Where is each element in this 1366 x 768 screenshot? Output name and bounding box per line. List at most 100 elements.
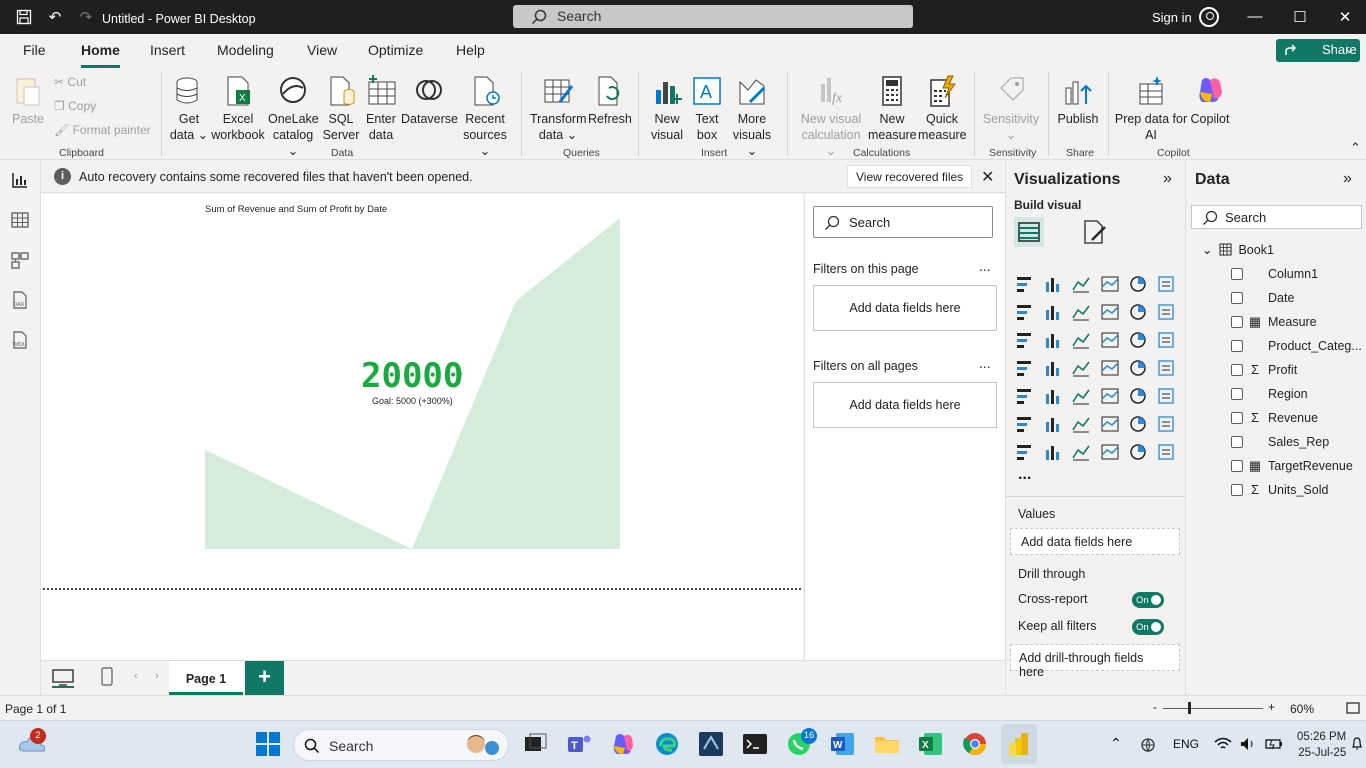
save-icon[interactable] (15, 8, 33, 26)
keep-all-filters-toggle[interactable]: On (1132, 619, 1164, 635)
view-recovered-files-button[interactable]: View recovered files (847, 165, 973, 188)
close-icon[interactable]: ✕ (981, 167, 994, 187)
tab-help[interactable]: Help (456, 42, 485, 58)
map-icon[interactable] (1043, 358, 1063, 378)
mobile-layout-icon[interactable] (101, 667, 113, 687)
excel-app-icon[interactable]: X (918, 731, 944, 757)
vs-code-icon[interactable] (698, 731, 724, 757)
field-item[interactable]: Region (1231, 386, 1361, 406)
power-automate-icon[interactable] (1128, 442, 1148, 462)
tab-optimize[interactable]: Optimize (368, 42, 423, 58)
stacked-bar-chart-icon[interactable] (1015, 274, 1035, 294)
field-item[interactable]: Date (1231, 290, 1361, 310)
field-checkbox[interactable] (1231, 364, 1243, 376)
taskbar-search[interactable]: Search (293, 729, 509, 761)
table-visual-icon[interactable] (1100, 386, 1120, 406)
tab-modeling[interactable]: Modeling (217, 42, 274, 58)
slicer-icon[interactable] (1071, 386, 1091, 406)
card-icon[interactable] (1156, 358, 1176, 378)
donut-chart-icon[interactable] (1156, 330, 1176, 350)
tab-home[interactable]: Home (81, 42, 120, 68)
excel-workbook-button[interactable]: X Excel workbook (210, 74, 266, 143)
more-visuals-icon[interactable]: ... (1018, 466, 1031, 484)
sql-server-button[interactable]: SQL Server (321, 74, 361, 143)
terminal-icon[interactable] (742, 731, 768, 757)
field-checkbox[interactable] (1231, 460, 1243, 472)
enter-data-button[interactable]: Enter data (362, 74, 400, 143)
onelake-catalog-button[interactable]: OneLake catalog ⌄ (268, 74, 319, 159)
smart-narrative-icon[interactable] (1128, 414, 1148, 434)
paginated-report-icon[interactable] (1015, 442, 1035, 462)
more-visuals-button[interactable]: More visuals ⌄ (728, 74, 776, 159)
new-measure-button[interactable]: New measure (868, 74, 917, 143)
word-icon[interactable]: W (830, 731, 856, 757)
notification-bell-icon[interactable] (1351, 737, 1363, 751)
100-percent-column-chart-icon[interactable] (1156, 274, 1176, 294)
copilot-button[interactable]: Copilot (1188, 74, 1232, 127)
kpi-icon[interactable] (1043, 386, 1063, 406)
field-checkbox[interactable] (1231, 316, 1243, 328)
metrics-icon[interactable] (1156, 414, 1176, 434)
chrome-icon[interactable] (962, 731, 988, 757)
qa-icon[interactable] (1100, 414, 1120, 434)
account-icon[interactable] (1199, 7, 1219, 27)
line-chart-icon[interactable] (1015, 302, 1035, 322)
area-chart-icon[interactable] (1043, 302, 1063, 322)
table-view-icon[interactable] (10, 210, 30, 230)
report-canvas[interactable]: Sum of Revenue and Sum of Profit by Date… (41, 194, 803, 660)
refresh-button[interactable]: Refresh (588, 74, 632, 127)
ribbon-chart-icon[interactable] (1015, 330, 1035, 350)
funnel-chart-icon[interactable] (1071, 330, 1091, 350)
field-checkbox[interactable] (1231, 484, 1243, 496)
gauge-icon[interactable] (1128, 358, 1148, 378)
drill-through-drop-zone[interactable]: Add drill-through fields here (1010, 644, 1180, 679)
field-checkbox[interactable] (1231, 268, 1243, 280)
card-new-icon[interactable] (1043, 442, 1063, 462)
filled-map-icon[interactable] (1071, 358, 1091, 378)
filters-search-input[interactable]: Search (813, 206, 993, 238)
power-bi-icon[interactable] (1006, 731, 1032, 757)
tab-insert[interactable]: Insert (150, 42, 185, 58)
undo-icon[interactable]: ↶ (46, 8, 64, 26)
desktop-layout-icon[interactable] (52, 668, 74, 688)
field-item[interactable]: Column1 (1231, 266, 1361, 286)
share-button[interactable]: Share ⌄ (1276, 39, 1360, 62)
stacked-area-chart-icon[interactable] (1071, 302, 1091, 322)
r-visual-icon[interactable] (1156, 386, 1176, 406)
language-indicator[interactable]: ENG (1173, 737, 1199, 751)
build-visual-tab[interactable] (1014, 217, 1044, 247)
collapse-data-icon[interactable]: » (1343, 170, 1352, 188)
python-visual-icon[interactable] (1015, 414, 1035, 434)
scatter-chart-icon[interactable] (1100, 330, 1120, 350)
field-checkbox[interactable] (1231, 292, 1243, 304)
tmdl-view-icon[interactable]: TMDL (10, 330, 30, 350)
add-page-button[interactable]: + (245, 661, 284, 695)
field-item[interactable]: ▦ Measure (1231, 314, 1361, 334)
field-checkbox[interactable] (1231, 340, 1243, 352)
more-options-icon[interactable]: ... (979, 355, 991, 371)
dax-query-view-icon[interactable]: DAX (10, 290, 30, 310)
fit-to-page-icon[interactable] (1346, 701, 1360, 715)
treemap-icon[interactable] (1015, 358, 1035, 378)
line-and-clustered-column-chart-icon[interactable] (1156, 302, 1176, 322)
values-drop-zone[interactable]: Add data fields here (1010, 528, 1180, 555)
scroll-left-icon[interactable]: ‹ (134, 670, 138, 682)
battery-icon[interactable] (1264, 736, 1284, 752)
waterfall-chart-icon[interactable] (1043, 330, 1063, 350)
line-and-column-chart-icon[interactable] (1128, 302, 1148, 322)
text-box-button[interactable]: A Text box (688, 74, 726, 143)
filters-on-page-drop[interactable]: Add data fields here (813, 285, 997, 331)
recent-sources-button[interactable]: Recent sources ⌄ (458, 74, 512, 159)
quick-measure-button[interactable]: Quick measure (918, 74, 967, 143)
close-window-icon[interactable]: ✕ (1335, 8, 1355, 26)
field-checkbox[interactable] (1231, 388, 1243, 400)
report-view-icon[interactable] (10, 170, 30, 190)
field-item[interactable]: Σ Revenue (1231, 410, 1361, 430)
field-checkbox[interactable] (1231, 436, 1243, 448)
zoom-in-button[interactable]: + (1268, 700, 1275, 714)
field-item[interactable]: Σ Profit (1231, 362, 1361, 382)
collapse-visualizations-icon[interactable]: » (1163, 170, 1172, 188)
key-influencers-icon[interactable] (1043, 414, 1063, 434)
file-explorer-icon[interactable] (874, 731, 900, 757)
more-chevron-visual-icon[interactable] (1156, 442, 1176, 462)
